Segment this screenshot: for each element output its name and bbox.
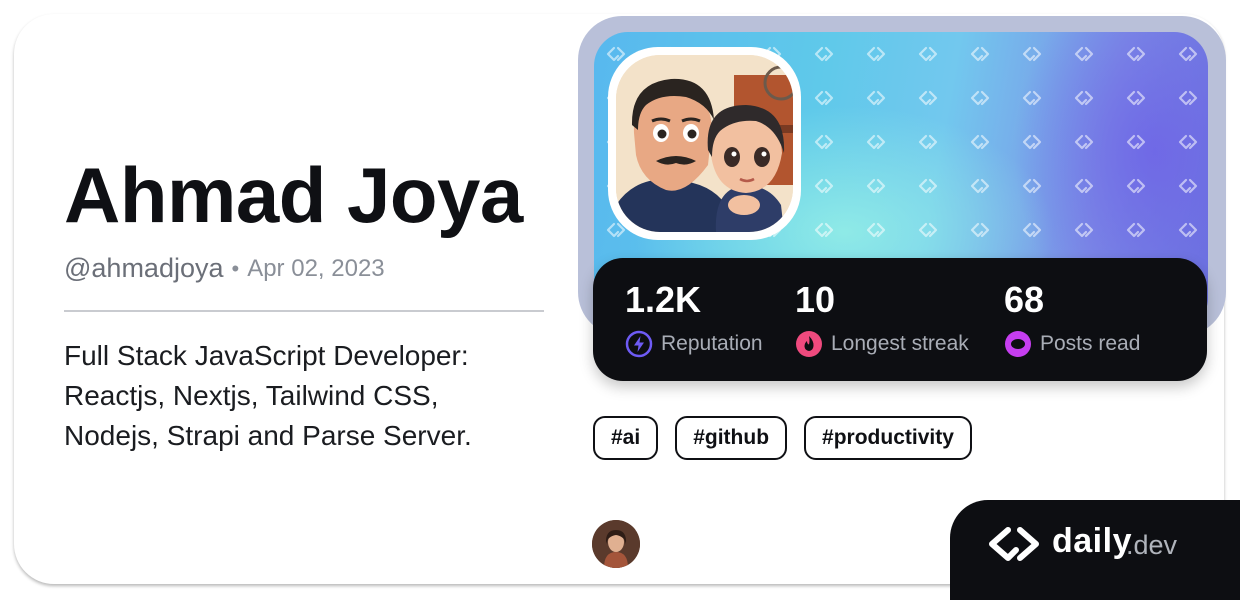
stat-posts-read: 68 Posts read (1004, 278, 1140, 358)
tag-chip[interactable]: #productivity (804, 416, 972, 460)
meta-separator: • (231, 255, 240, 281)
avatar-illustration (616, 55, 793, 232)
stat-label-row: Longest streak (795, 330, 969, 358)
brand-suffix: .dev (1126, 530, 1178, 560)
profile-meta: @ahmadjoya • Apr 02, 2023 (64, 253, 385, 284)
stat-value: 68 (1004, 279, 1045, 320)
brand-name: daily (1052, 522, 1132, 560)
stat-label: Reputation (661, 332, 763, 355)
stat-label: Longest streak (831, 332, 969, 355)
flame-icon (796, 331, 822, 357)
daily-dev-logo-icon (989, 527, 1039, 561)
posts-read-icon (1005, 331, 1031, 357)
stat-reputation: 1.2K Reputation (625, 278, 763, 358)
reader-avatar[interactable] (592, 520, 640, 568)
profile-bio: Full Stack JavaScript Developer: Reactjs… (64, 340, 472, 451)
avatar[interactable] (616, 55, 793, 232)
tag-chip[interactable]: #ai (593, 416, 659, 460)
tag-list: #ai #github #productivity (593, 416, 989, 460)
stat-value: 1.2K (625, 279, 702, 320)
joined-date: Apr 02, 2023 (247, 254, 385, 282)
stat-longest-streak: 10 Longest streak (795, 278, 969, 358)
stat-label-row: Posts read (1004, 330, 1140, 358)
profile-handle[interactable]: @ahmadjoya (64, 253, 224, 284)
profile-name: Ahmad Joya (64, 151, 523, 239)
reader-avatar-image (592, 520, 640, 568)
stat-label-row: Reputation (625, 330, 763, 358)
stat-value: 10 (795, 279, 836, 320)
tag-chip[interactable]: #github (675, 416, 788, 460)
lightning-icon (625, 330, 653, 358)
divider (64, 310, 544, 312)
stat-label: Posts read (1040, 332, 1141, 355)
brand-footer[interactable]: daily .dev (950, 500, 1240, 600)
stats-panel: 1.2K Reputation 10 Longest streak 68 Pos… (593, 258, 1207, 381)
